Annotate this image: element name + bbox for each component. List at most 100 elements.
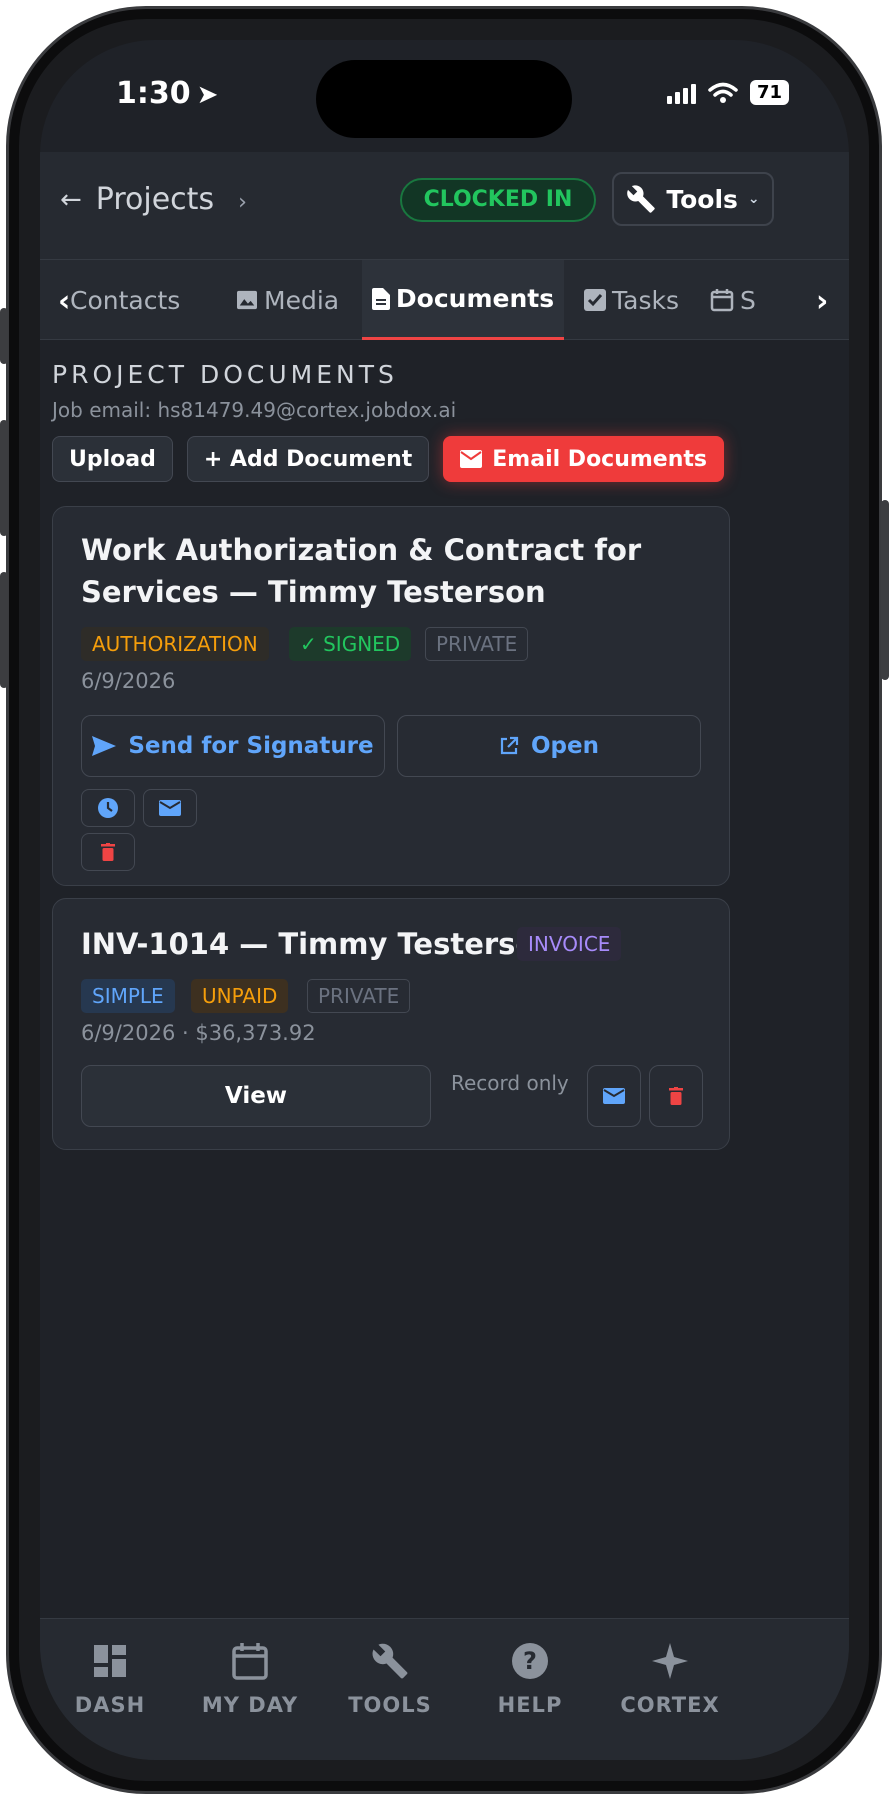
view-label: View: [224, 1083, 288, 1109]
document-title-line1: Work Authorization & Contract for: [81, 533, 642, 567]
tabs-scroll-right-icon[interactable]: ›: [816, 284, 828, 319]
wifi-icon: [708, 82, 738, 103]
svg-text:?: ?: [523, 1647, 537, 1675]
invoice-date-amount: 6/9/2026 · $36,373.92: [81, 1021, 316, 1045]
tab-tasks-label: Tasks: [612, 285, 679, 315]
tools-dropdown-button[interactable]: Tools ⌄: [612, 172, 774, 226]
image-icon: [237, 290, 257, 310]
mail-icon: [460, 450, 483, 468]
job-email: Job email: hs81479.49@cortex.jobdox.ai: [52, 398, 457, 422]
top-bar: ← Projects › CLOCKED IN Tools ⌄: [40, 152, 849, 260]
history-button[interactable]: [81, 789, 135, 827]
simple-badge: SIMPLE: [81, 979, 175, 1013]
mail-icon: [159, 800, 181, 816]
nav-my-day[interactable]: MY DAY: [180, 1637, 320, 1717]
document-title[interactable]: Work Authorization & Contract for Servic…: [81, 529, 641, 613]
email-invoice-button[interactable]: [587, 1065, 641, 1127]
tab-schedule[interactable]: S: [710, 260, 756, 340]
chevron-down-icon: ⌄: [747, 191, 760, 207]
tab-documents-label: Documents: [395, 284, 555, 313]
open-button[interactable]: Open: [397, 715, 701, 777]
tab-schedule-label: S: [740, 285, 756, 315]
tab-contacts[interactable]: Contacts: [70, 260, 180, 340]
tab-media[interactable]: Media: [236, 260, 339, 340]
bottom-navigation: DASH MY DAY TOOLS ? HELP CORTEX: [40, 1618, 849, 1760]
status-indicators: 71: [666, 80, 789, 105]
signed-badge: ✓ SIGNED: [289, 627, 412, 661]
document-actions: Upload + Add Document Email Documents: [52, 436, 725, 482]
wrench-icon: [372, 1643, 408, 1679]
trash-icon: [101, 843, 115, 861]
upload-label: Upload: [69, 446, 156, 472]
nav-tools[interactable]: TOOLS: [320, 1637, 460, 1717]
nav-dash[interactable]: DASH: [40, 1637, 180, 1717]
clock-icon: [98, 798, 118, 818]
delete-document-button[interactable]: [81, 833, 135, 871]
checkbox-icon: [584, 289, 606, 311]
time-text: 1:30: [116, 76, 191, 111]
add-document-button[interactable]: + Add Document: [186, 436, 430, 482]
document-title[interactable]: INV-1014 — Timmy Testerson: [81, 923, 556, 965]
nav-cortex[interactable]: CORTEX: [600, 1637, 740, 1717]
nav-help-label: HELP: [497, 1693, 563, 1717]
trash-icon: [669, 1087, 683, 1105]
private-badge: PRIVATE: [307, 979, 411, 1013]
private-badge: PRIVATE: [425, 627, 529, 661]
document-title-line2: Services — Timmy Testerson: [81, 575, 546, 609]
delete-invoice-button[interactable]: [649, 1065, 703, 1127]
help-icon: ?: [512, 1643, 548, 1679]
sparkle-icon: [652, 1643, 688, 1679]
volume-up-button: [0, 420, 8, 536]
send-icon: [92, 736, 117, 756]
dynamic-island: [316, 60, 572, 138]
tab-documents[interactable]: Documents: [362, 260, 564, 340]
document-icon: [371, 287, 390, 310]
nav-dash-label: DASH: [74, 1693, 146, 1717]
document-card: Work Authorization & Contract for Servic…: [52, 506, 730, 886]
email-documents-label: Email Documents: [492, 446, 708, 472]
tab-bar: Contacts Media Documents Tasks S ‹ ›: [40, 260, 849, 340]
clocked-in-badge[interactable]: CLOCKED IN: [400, 178, 596, 222]
document-date: 6/9/2026: [81, 669, 176, 693]
calendar-icon: [232, 1643, 268, 1680]
email-document-button[interactable]: [143, 789, 197, 827]
tab-tasks[interactable]: Tasks: [584, 260, 679, 340]
invoice-badge: INVOICE: [517, 927, 622, 961]
app-screen: 1:30 ➤ 71 ← Projects › CLOCKED IN Tools …: [40, 40, 849, 1760]
send-for-signature-button[interactable]: Send for Signature: [81, 715, 385, 777]
calendar-icon: [710, 289, 734, 312]
upload-button[interactable]: Upload: [52, 436, 173, 482]
send-for-signature-label: Send for Signature: [128, 733, 374, 759]
tab-media-label: Media: [264, 285, 340, 315]
view-button[interactable]: View: [81, 1065, 431, 1127]
back-to-projects-button[interactable]: ← Projects ›: [60, 182, 247, 217]
record-only-label: Record only: [451, 1071, 569, 1095]
external-link-icon: [500, 736, 519, 755]
wrench-icon: [627, 185, 656, 213]
battery-level: 71: [749, 80, 789, 105]
nav-help[interactable]: ? HELP: [460, 1637, 600, 1717]
tab-contacts-label: Contacts: [70, 285, 181, 315]
unpaid-badge: UNPAID: [191, 979, 289, 1013]
back-label: Projects: [95, 182, 215, 217]
location-arrow-icon: ➤: [196, 80, 219, 110]
nav-my-day-label: MY DAY: [201, 1693, 299, 1717]
nav-cortex-label: CORTEX: [620, 1693, 720, 1717]
back-arrow-icon: ←: [60, 184, 82, 215]
status-time: 1:30 ➤: [116, 76, 218, 111]
tabs-scroll-left-icon[interactable]: ‹: [58, 284, 70, 319]
volume-down-button: [0, 572, 8, 688]
category-badge: AUTHORIZATION: [81, 627, 269, 661]
open-label: Open: [531, 733, 599, 759]
status-bar: 1:30 ➤ 71: [40, 40, 849, 152]
document-card: INV-1014 — Timmy Testerson INVOICE SIMPL…: [52, 898, 730, 1150]
tools-label: Tools: [666, 184, 738, 214]
action-button: [0, 308, 8, 364]
nav-tools-label: TOOLS: [348, 1693, 432, 1717]
email-documents-button[interactable]: Email Documents: [443, 436, 725, 482]
power-button: [881, 500, 889, 680]
section-title: PROJECT DOCUMENTS: [52, 360, 398, 389]
dashboard-icon: [94, 1645, 126, 1677]
add-document-label: + Add Document: [203, 446, 413, 472]
cellular-signal-icon: [666, 82, 696, 104]
